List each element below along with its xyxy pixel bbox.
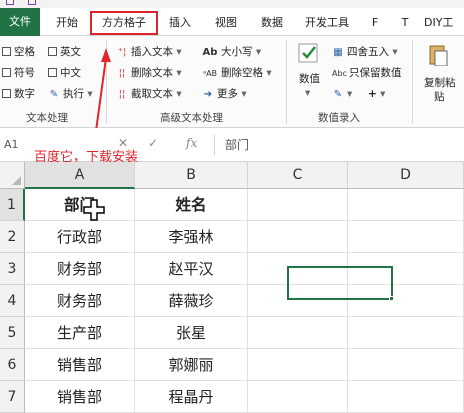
column-header-b[interactable]: B <box>135 162 248 189</box>
case-label: 大小写 <box>221 46 253 58</box>
row-header-3[interactable]: 3 <box>0 253 25 285</box>
round-icon: ▦ <box>333 47 343 58</box>
cell-b3[interactable]: 赵平汉 <box>135 253 248 285</box>
edit-icon: ✎ <box>333 89 343 100</box>
case-icon: Ab <box>202 47 218 58</box>
value-button[interactable]: 数值 <box>299 72 320 86</box>
case-button[interactable]: Ab 大小写 ▾ <box>202 45 262 60</box>
cell-a4[interactable]: 财务部 <box>25 285 135 317</box>
group-separator <box>286 40 287 124</box>
column-header-d[interactable]: D <box>348 162 464 189</box>
keep-value-label: 只保留数值 <box>349 67 402 79</box>
insert-text-label: 插入文本 <box>131 46 173 58</box>
cell-empty[interactable] <box>248 189 348 221</box>
cell-a6[interactable]: 销售部 <box>25 349 135 381</box>
cell-a5[interactable]: 生产部 <box>25 317 135 349</box>
delete-space-label: 删除空格 <box>221 67 263 79</box>
extract-text-label: 截取文本 <box>131 88 173 100</box>
value-icon <box>298 43 318 63</box>
more-label: 更多 <box>217 88 238 100</box>
keep-value-button[interactable]: Abc 只保留数值 <box>332 66 402 81</box>
row-header-1[interactable]: 1 <box>0 189 25 221</box>
row-header-6[interactable]: 6 <box>0 349 25 381</box>
cell-b2[interactable]: 李强林 <box>135 221 248 253</box>
confirm-icon[interactable]: ✓ <box>148 136 158 150</box>
cell-a7[interactable]: 销售部 <box>25 381 135 413</box>
ribbon-panel: 空格 英文 符号 中文 数字 ✎ 执行 ▾ 文本处理 ⁺¦ 插入文本 ▾ ¦¦ 删除文… <box>0 36 464 161</box>
row-header-7[interactable]: 7 <box>0 381 25 413</box>
extract-text-button[interactable]: ¦¦ 截取文本 ▾ <box>116 87 182 102</box>
round-label: 四舍五入 <box>347 46 389 58</box>
spreadsheet-grid: A B C D 1 2 3 4 5 6 7 部门 行政部 财务部 财务部 生产部… <box>0 162 464 413</box>
cell-empty[interactable] <box>348 381 464 413</box>
excel-window: 文件 开始 方方格子 插入 视图 数据 开发工具 F T DIY工 空格 英文 … <box>0 0 464 413</box>
cell-empty[interactable] <box>248 317 348 349</box>
plus-button[interactable]: + ▾ <box>368 87 385 101</box>
cell-empty[interactable] <box>248 349 348 381</box>
paste-label-2[interactable]: 贴 <box>434 90 445 104</box>
selection-box[interactable] <box>287 266 393 300</box>
delete-text-icon: ¦¦ <box>118 68 126 79</box>
value-dropdown[interactable]: ▾ <box>305 86 310 100</box>
column-header-a[interactable]: A <box>25 162 135 189</box>
cell-a1[interactable]: 部门 <box>25 189 135 221</box>
extract-text-icon: ¦¦ <box>118 89 126 100</box>
group-separator <box>412 40 413 124</box>
insert-text-button[interactable]: ⁺¦ 插入文本 ▾ <box>116 45 182 60</box>
cell-b4[interactable]: 薛薇珍 <box>135 285 248 317</box>
row-header-5[interactable]: 5 <box>0 317 25 349</box>
row-header-4[interactable]: 4 <box>0 285 25 317</box>
delete-space-icon: ᵃAB <box>202 69 218 78</box>
cell-b5[interactable]: 张星 <box>135 317 248 349</box>
formula-bar: A1 ✕ ✓ fx 部门 百度它，下载安装 <box>0 128 464 165</box>
more-button[interactable]: ➔ 更多 ▾ <box>202 87 247 102</box>
column-header-c[interactable]: C <box>248 162 348 189</box>
sheet-edit-button[interactable]: ✎ ▾ <box>332 87 352 102</box>
row-header-2[interactable]: 2 <box>0 221 25 253</box>
cell-empty[interactable] <box>348 189 464 221</box>
fx-icon[interactable]: fx <box>186 136 197 150</box>
cell-empty[interactable] <box>348 349 464 381</box>
paste-label-1[interactable]: 复制粘 <box>424 76 456 90</box>
cell-b7[interactable]: 程晶丹 <box>135 381 248 413</box>
cell-a2[interactable]: 行政部 <box>25 221 135 253</box>
group-label-numeric: 数值录入 <box>318 112 360 124</box>
formula-input[interactable]: 部门 <box>214 135 464 155</box>
cell-b6[interactable]: 郭娜丽 <box>135 349 248 381</box>
delete-text-button[interactable]: ¦¦ 删除文本 ▾ <box>116 66 182 81</box>
paste-icon <box>429 45 448 66</box>
cell-a3[interactable]: 财务部 <box>25 253 135 285</box>
group-label-advanced: 高级文本处理 <box>160 112 223 124</box>
round-button[interactable]: ▦ 四舍五入 ▾ <box>332 45 397 60</box>
cell-empty[interactable] <box>248 381 348 413</box>
cell-b1[interactable]: 姓名 <box>135 189 248 221</box>
move-cursor-icon <box>83 199 105 221</box>
cell-empty[interactable] <box>248 221 348 253</box>
insert-text-icon: ⁺¦ <box>117 47 127 58</box>
plus-label: + <box>368 88 377 100</box>
fill-handle[interactable] <box>389 296 394 301</box>
cell-empty[interactable] <box>348 317 464 349</box>
delete-text-label: 删除文本 <box>131 67 173 79</box>
delete-space-button[interactable]: ᵃAB 删除空格 ▾ <box>202 66 272 81</box>
keep-value-icon: Abc <box>332 69 347 78</box>
arrow-right-icon: ➔ <box>203 89 213 100</box>
cell-empty[interactable] <box>348 221 464 253</box>
select-all-button[interactable] <box>0 162 25 189</box>
